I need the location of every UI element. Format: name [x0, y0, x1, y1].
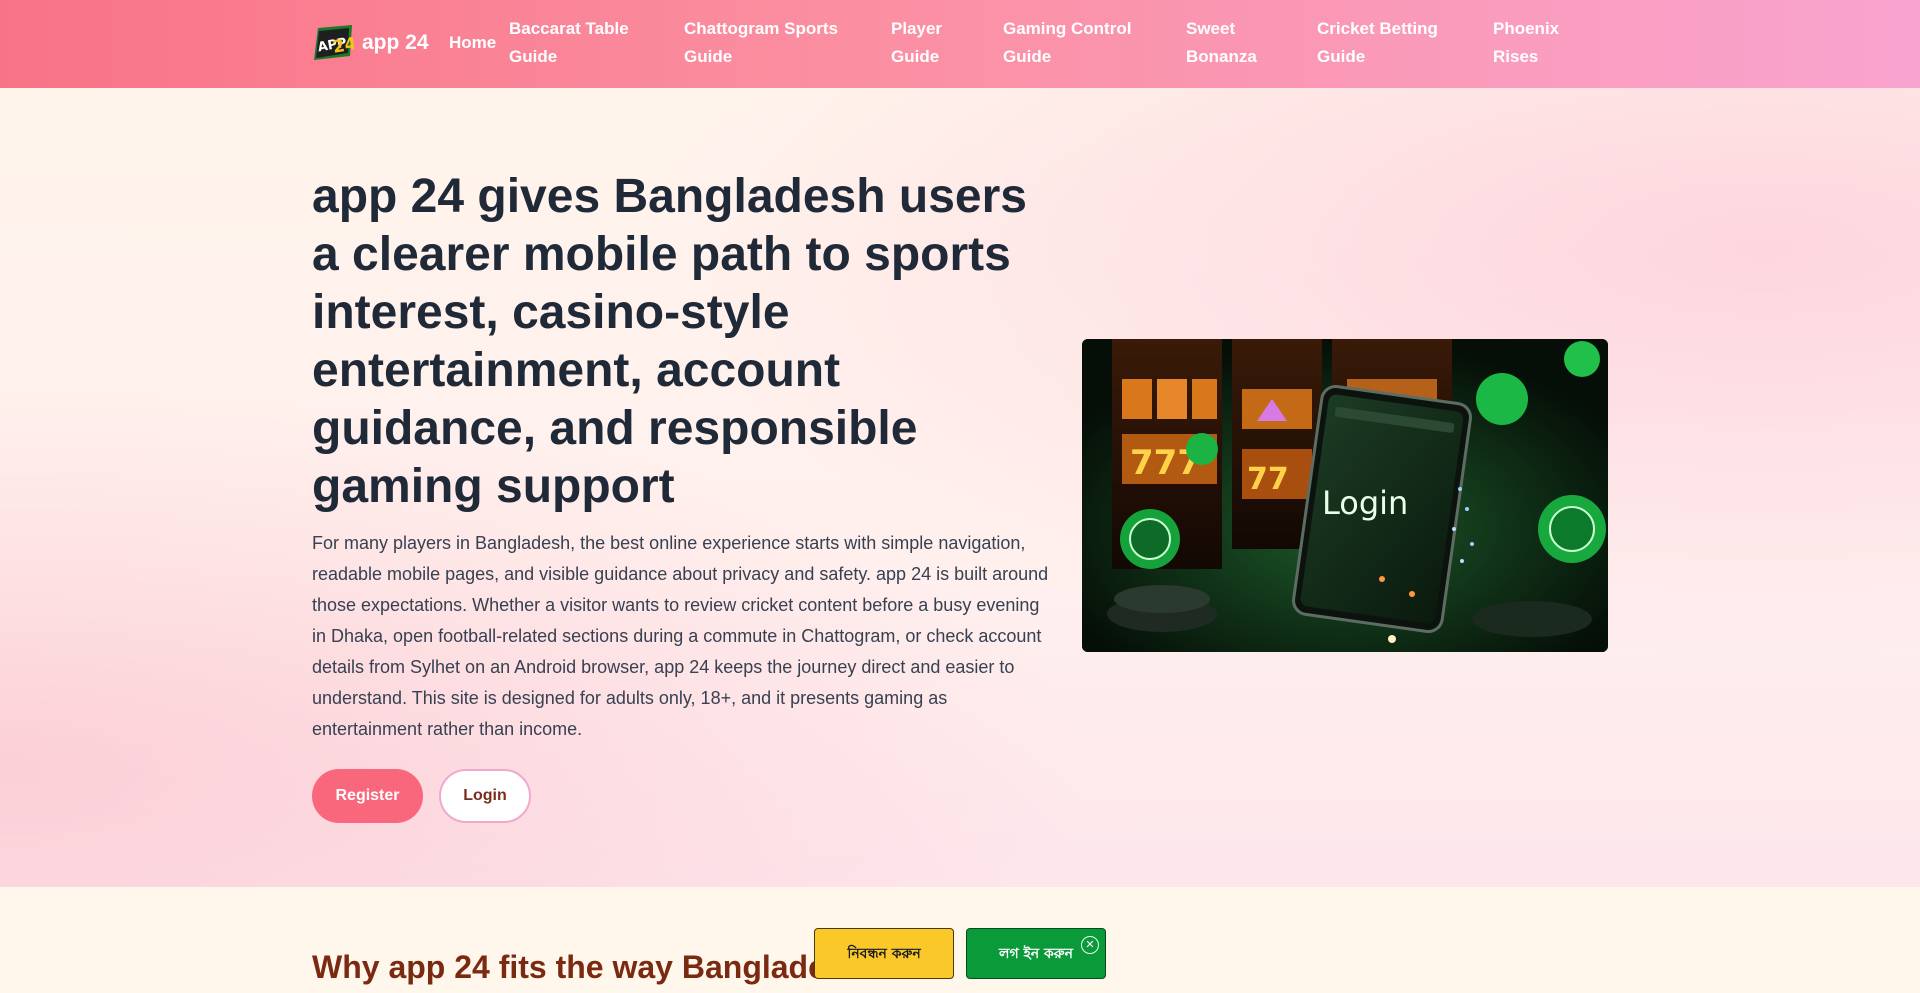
nav-baccarat-table-guide[interactable]: Baccarat Table Guide	[509, 15, 639, 71]
floating-login-label: লগ ইন করুন	[999, 945, 1073, 962]
hero-title: app 24 gives Bangladesh users a clearer …	[312, 170, 1027, 513]
nav-home[interactable]: Home	[449, 29, 496, 57]
hero-description: For many players in Bangladesh, the best…	[312, 533, 1049, 739]
nav-phoenix-rises[interactable]: Phoenix Rises	[1493, 15, 1573, 71]
hero-image-login-text: Login	[1322, 484, 1408, 522]
top-navigation-bar: APP 24 app 24 Home Baccarat Table Guide …	[0, 0, 1920, 88]
register-button[interactable]: Register	[312, 769, 423, 823]
hero-section: app 24 gives Bangladesh users a clearer …	[0, 88, 1920, 887]
floating-login-button[interactable]: লগ ইন করুন ✕	[966, 928, 1106, 979]
brand-link[interactable]: APP 24 app 24	[312, 20, 429, 66]
why-section-title: Why app 24 fits the way Bangladesh	[312, 949, 864, 985]
app24-logo-icon: APP 24	[312, 22, 358, 64]
close-icon[interactable]: ✕	[1081, 936, 1099, 954]
login-button[interactable]: Login	[439, 769, 531, 823]
nav-chattogram-sports-guide[interactable]: Chattogram Sports Guide	[684, 15, 839, 71]
hero-image: 777 77 Login	[1082, 339, 1608, 652]
floating-register-button[interactable]: নিবন্ধন করুন	[814, 928, 954, 979]
nav-sweet-bonanza[interactable]: Sweet Bonanza	[1186, 15, 1266, 71]
floating-cta-bar: নিবন্ধন করুন লগ ইন করুন ✕	[814, 928, 1106, 979]
svg-text:24: 24	[331, 34, 354, 58]
svg-text:77: 77	[1247, 462, 1289, 497]
nav-gaming-control-guide[interactable]: Gaming Control Guide	[1003, 15, 1143, 71]
nav-player-guide[interactable]: Player Guide	[891, 15, 961, 71]
nav-cricket-betting-guide[interactable]: Cricket Betting Guide	[1317, 15, 1442, 71]
brand-name: app 24	[362, 31, 429, 54]
